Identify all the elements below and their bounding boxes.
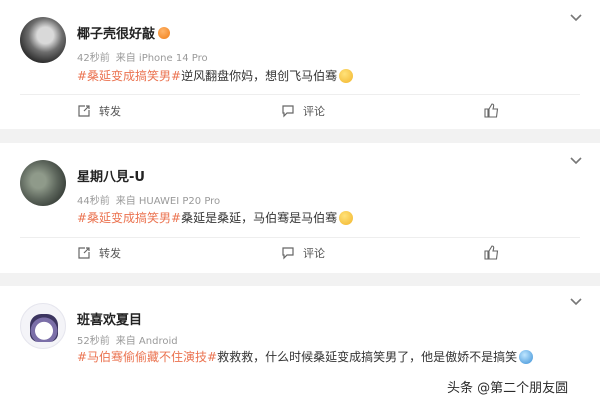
post-source: 来自 iPhone 14 Pro — [115, 53, 208, 64]
avatar-figure — [30, 314, 58, 342]
user-avatar[interactable] — [20, 17, 66, 63]
post-text: 桑延是桑延，马伯骞是马伯骞 — [181, 211, 338, 225]
post-time: 42秒前 — [77, 53, 110, 64]
username[interactable]: 班喜欢夏目 — [77, 309, 142, 328]
like-icon[interactable] — [484, 103, 499, 118]
repost-icon — [78, 105, 90, 117]
user-avatar[interactable] — [20, 303, 66, 349]
repost-icon — [78, 247, 90, 259]
emoji-icon — [519, 350, 534, 364]
chevron-down-icon[interactable] — [570, 298, 582, 306]
comment-button[interactable]: 评论 — [281, 245, 325, 261]
weibo-post-1: 椰子壳很好敲 42秒前 来自 iPhone 14 Pro #桑延变成搞笑男#逆风翻… — [0, 0, 600, 129]
chevron-down-icon[interactable] — [570, 14, 582, 22]
repost-button[interactable]: 转发 — [77, 245, 121, 261]
comment-icon — [282, 105, 294, 118]
comment-button[interactable]: 评论 — [281, 103, 325, 119]
post-source: 来自 Android — [115, 336, 178, 347]
topic-link[interactable]: #马伯骞偷偷藏不住演技# — [77, 350, 217, 364]
comment-label: 评论 — [303, 247, 325, 260]
repost-label: 转发 — [99, 105, 121, 118]
post-meta: 44秒前 来自 HUAWEI P20 Pro — [77, 192, 226, 207]
post-time: 52秒前 — [77, 336, 110, 347]
like-icon[interactable] — [484, 245, 499, 260]
post-source: 来自 HUAWEI P20 Pro — [115, 196, 221, 207]
post-text: 逆风翻盘你妈，想创飞马伯骞 — [181, 69, 338, 83]
post-content: #桑延变成搞笑男#逆风翻盘你妈，想创飞马伯骞 — [77, 67, 354, 84]
smile-emoji-icon — [339, 211, 354, 225]
topic-link[interactable]: #桑延变成搞笑男# — [77, 211, 181, 225]
repost-label: 转发 — [99, 247, 121, 260]
post-time: 44秒前 — [77, 196, 110, 207]
user-badge-icon — [158, 27, 171, 39]
post-meta: 52秒前 来自 Android — [77, 332, 184, 347]
divider — [20, 94, 580, 95]
username[interactable]: 星期八見-U — [77, 166, 145, 185]
topic-link[interactable]: #桑延变成搞笑男# — [77, 69, 181, 83]
post-text: 救救救，什么时候桑延变成搞笑男了，他是傲娇不是搞笑 — [217, 350, 518, 364]
repost-button[interactable]: 转发 — [77, 103, 121, 119]
chevron-down-icon[interactable] — [570, 157, 582, 165]
post-meta: 42秒前 来自 iPhone 14 Pro — [77, 49, 214, 64]
user-avatar[interactable] — [20, 160, 66, 206]
username[interactable]: 椰子壳很好敲 — [77, 23, 171, 42]
comment-label: 评论 — [303, 105, 325, 118]
post-content: #桑延变成搞笑男#桑延是桑延，马伯骞是马伯骞 — [77, 209, 354, 226]
weibo-post-2: 星期八見-U 44秒前 来自 HUAWEI P20 Pro #桑延变成搞笑男#桑延… — [0, 143, 600, 273]
divider — [20, 237, 580, 238]
comment-icon — [282, 247, 294, 260]
post-content: #马伯骞偷偷藏不住演技#救救救，什么时候桑延变成搞笑男了，他是傲娇不是搞笑 — [77, 348, 534, 365]
smile-emoji-icon — [339, 69, 354, 83]
watermark: 头条 @第二个朋友圆 — [447, 381, 569, 396]
